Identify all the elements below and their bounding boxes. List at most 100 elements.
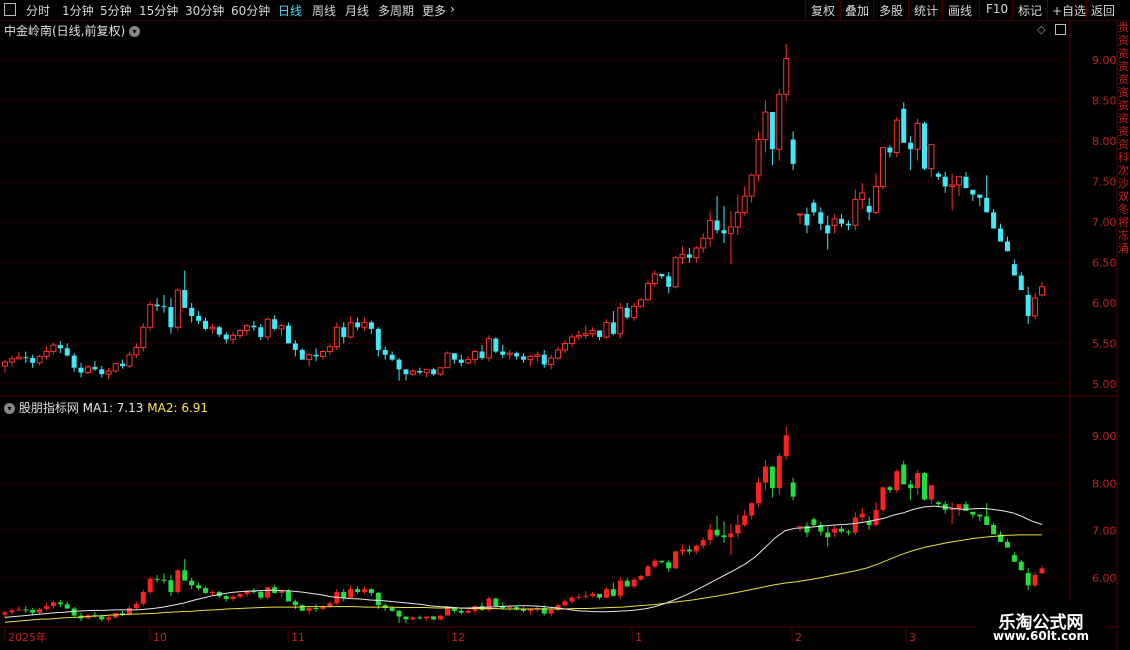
candle-body [292, 343, 298, 350]
sub-candle-body [887, 487, 893, 491]
candle-body [479, 351, 485, 359]
sub-candle-body [431, 616, 437, 620]
candle-body [527, 355, 534, 361]
sub-candle-body [299, 605, 305, 611]
sub-candle-body [375, 592, 381, 606]
sub-candle-body [756, 482, 762, 504]
candle-body [403, 369, 409, 375]
candle-body [223, 334, 229, 340]
candle-body [831, 218, 838, 226]
sub-candle-body [901, 464, 907, 485]
candle-body [444, 352, 451, 369]
sub-candle-body [348, 589, 354, 598]
sub-candle-body [797, 525, 803, 527]
sub-candle-body [202, 588, 208, 593]
sub-candle-body [341, 591, 347, 598]
candle-body [71, 355, 77, 368]
x-tick-label: 1 [635, 631, 642, 644]
sub-candle-body [894, 471, 900, 491]
candle-body [147, 304, 154, 328]
candle-body [575, 334, 582, 338]
candle-body [258, 327, 264, 337]
candle-body [921, 123, 927, 169]
sub-candle-body [645, 566, 651, 576]
candle-body [804, 213, 810, 226]
x-tick-label: 2025年 [8, 630, 47, 644]
candle-body [465, 359, 472, 364]
candle-body [548, 357, 555, 365]
candle-body [389, 354, 395, 360]
candle-body [963, 176, 969, 189]
candle-body [120, 363, 126, 367]
candle-body [956, 176, 963, 186]
candle-body [659, 273, 665, 277]
candle-body [423, 368, 430, 374]
candle-body [161, 306, 167, 308]
candle-body [209, 326, 216, 330]
sub-candle-body [507, 607, 513, 609]
candle-body [617, 307, 624, 335]
sub-candle-body [707, 529, 713, 541]
candle-body [721, 230, 727, 234]
sub-candle-body [161, 579, 167, 581]
candle-body [521, 356, 526, 360]
sub-candle-body [721, 535, 727, 538]
y-tick-label: 6.00 [1092, 297, 1117, 310]
sub-candle-body [64, 604, 70, 609]
candle-body [908, 142, 914, 150]
sub-candle-body [30, 609, 36, 613]
candle-body [762, 111, 769, 141]
sub-candle-body [43, 606, 49, 609]
candle-body [1004, 241, 1010, 252]
candle-body [597, 330, 603, 337]
sub-candle-body [666, 562, 672, 569]
x-tick-label: 2 [795, 631, 802, 644]
candle-body [8, 358, 15, 363]
y-tick-label: 6.00 [1092, 572, 1117, 585]
candle-body [23, 357, 29, 359]
y-tick-label: 5.50 [1092, 337, 1117, 350]
candle-body [845, 223, 851, 226]
candle-body [893, 119, 900, 153]
sub-candle-body [292, 601, 298, 606]
y-tick-label: 9.00 [1092, 430, 1117, 443]
candle-body [506, 352, 513, 356]
sub-candle-body [700, 540, 706, 546]
candle-body [202, 320, 208, 329]
sub-candle-body [984, 516, 990, 525]
candle-body [216, 327, 222, 335]
candle-body [237, 330, 244, 336]
x-tick-label: 11 [291, 631, 305, 644]
sub-candle-body [458, 610, 464, 613]
sub-candle-body [859, 513, 865, 518]
candle-body [693, 247, 700, 259]
candle-body [99, 369, 105, 375]
sub-candle-body [659, 560, 665, 563]
y-tick-label: 5.00 [1092, 378, 1117, 391]
candle-body [748, 174, 755, 197]
sub-candle-body [438, 615, 444, 620]
x-tick-label: 12 [451, 631, 465, 644]
candle-body [174, 289, 181, 328]
sub-candle-body [693, 545, 699, 552]
candle-body [251, 325, 257, 328]
sub-candle-body [285, 591, 291, 602]
y-tick-label: 8.50 [1092, 95, 1117, 108]
sub-candle-body [583, 595, 589, 597]
candle-body [561, 342, 568, 351]
candle-body [375, 328, 381, 350]
sub-candle-body [355, 589, 361, 592]
candle-body [776, 93, 783, 150]
candle-body [431, 369, 437, 375]
candle-body [57, 345, 63, 349]
candle-body [285, 325, 291, 344]
candle-body [382, 349, 388, 355]
kline-chart[interactable]: 9.00 8.50 8.00 7.50 7.00 6.50 6.00 5.50 5.00 9.00… [0, 0, 1130, 650]
candle-body [43, 351, 50, 357]
candle-body [92, 366, 98, 370]
y-tick-label: 8.00 [1092, 135, 1117, 148]
sub-candle-body [762, 466, 768, 483]
sub-candle-body [327, 603, 333, 607]
sub-candle-body [147, 578, 153, 592]
sub-candle-body [154, 578, 160, 580]
